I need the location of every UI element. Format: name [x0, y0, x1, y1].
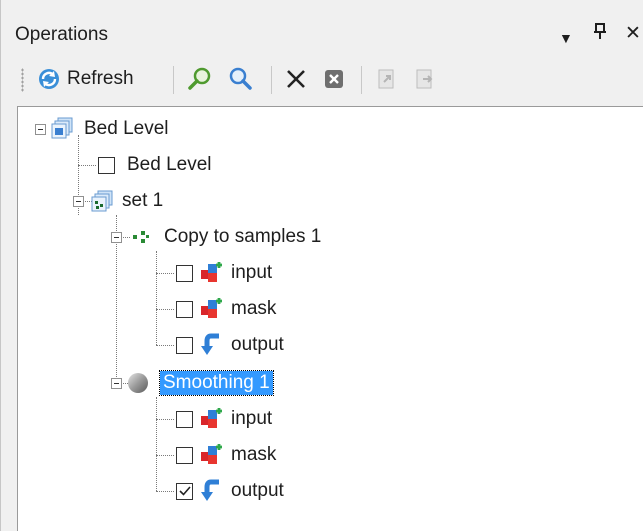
remove-button[interactable]: [323, 64, 345, 94]
tree-connector: [156, 309, 174, 310]
collapse-set-button[interactable]: [73, 196, 84, 207]
tree-node-copy-to-samples[interactable]: Copy to samples 1: [130, 220, 321, 254]
tree-node-bed-level-root[interactable]: Bed Level: [50, 112, 169, 146]
input-item-icon: [201, 408, 222, 428]
tree-connector: [156, 455, 174, 456]
close-icon[interactable]: ✕: [625, 22, 641, 46]
toolbar-separator: [173, 66, 174, 94]
collapse-smoothing-button[interactable]: [111, 378, 122, 389]
tree-node-bed-level-item[interactable]: Bed Level: [98, 148, 212, 182]
search-button[interactable]: [227, 64, 253, 94]
pin-glyph-icon: [594, 23, 606, 39]
export-icon: [416, 69, 433, 89]
sample-set-icon: [91, 190, 113, 212]
tree-node-label-selected: Smoothing 1: [159, 370, 274, 396]
toolbar-separator: [361, 66, 362, 94]
item-checkbox[interactable]: [176, 264, 193, 282]
tree-node-label: Bed Level: [84, 118, 169, 139]
panel-title: Operations: [15, 24, 108, 45]
panel-titlebar: Operations ▼ ✕: [1, 0, 643, 48]
tree-connector: [156, 345, 174, 346]
toolbar: Refresh: [1, 54, 643, 104]
checkmark-icon: [178, 486, 191, 496]
item-checkbox-checked[interactable]: [176, 482, 193, 500]
tree-connector: [156, 397, 157, 491]
pin-icon[interactable]: [593, 22, 607, 47]
tree-node-label: set 1: [122, 190, 164, 211]
tree-node-label: input: [231, 408, 273, 429]
delete-icon: [287, 70, 305, 88]
tree-connector: [156, 251, 157, 345]
tree-node-copy-output[interactable]: output: [176, 328, 284, 362]
import-icon: [378, 69, 394, 89]
dropdown-menu-icon[interactable]: ▼: [559, 26, 573, 50]
tree-node-label: mask: [231, 444, 277, 465]
find-button[interactable]: [187, 64, 213, 94]
delete-button[interactable]: [285, 64, 307, 94]
tree-node-label: output: [231, 334, 284, 355]
dataset-group-icon: [51, 117, 73, 139]
collapse-root-button[interactable]: [35, 124, 46, 135]
tree-node-label: Bed Level: [127, 154, 212, 175]
tree-node-label: input: [231, 262, 273, 283]
tree-node-smoothing[interactable]: Smoothing 1: [126, 366, 274, 400]
find-icon: [188, 67, 211, 90]
refresh-icon: [39, 69, 59, 89]
smoothing-operation-icon: [128, 373, 148, 393]
refresh-button[interactable]: Refresh: [37, 64, 134, 94]
tree-node-label: mask: [231, 298, 277, 319]
output-arrow-icon: [201, 333, 219, 355]
toolbar-grip-icon[interactable]: [21, 68, 24, 92]
item-checkbox[interactable]: [98, 156, 115, 174]
tree-node-copy-input[interactable]: input: [176, 256, 272, 290]
tree-node-label: Copy to samples 1: [164, 226, 322, 247]
tree-connector: [78, 165, 96, 166]
output-arrow-icon: [201, 479, 219, 501]
tree-node-label: output: [231, 480, 284, 501]
item-checkbox[interactable]: [176, 300, 193, 318]
remove-icon: [325, 70, 343, 88]
mask-item-icon: [201, 298, 222, 318]
toolbar-separator: [271, 66, 272, 94]
import-button[interactable]: [375, 64, 399, 94]
refresh-label: Refresh: [67, 68, 134, 89]
tree-node-smoothing-output[interactable]: output: [176, 474, 284, 508]
tree-node-set[interactable]: set 1: [90, 184, 163, 218]
operations-panel: Operations ▼ ✕ Refresh Bed Level Bed Lev…: [0, 0, 643, 531]
tree-connector: [156, 419, 174, 420]
item-checkbox[interactable]: [176, 336, 193, 354]
export-button[interactable]: [413, 64, 437, 94]
input-item-icon: [201, 262, 222, 282]
collapse-copy-button[interactable]: [111, 232, 122, 243]
tree-node-smoothing-mask[interactable]: mask: [176, 438, 276, 472]
mask-item-icon: [201, 444, 222, 464]
item-checkbox[interactable]: [176, 410, 193, 428]
copy-operation-icon: [133, 231, 149, 243]
item-checkbox[interactable]: [176, 446, 193, 464]
tree-connector: [156, 273, 174, 274]
search-icon: [229, 67, 252, 90]
tree-node-copy-mask[interactable]: mask: [176, 292, 276, 326]
tree-connector: [156, 491, 174, 492]
tree-node-smoothing-input[interactable]: input: [176, 402, 272, 436]
operations-tree[interactable]: Bed Level Bed Level set 1 Copy to sample…: [17, 106, 643, 531]
